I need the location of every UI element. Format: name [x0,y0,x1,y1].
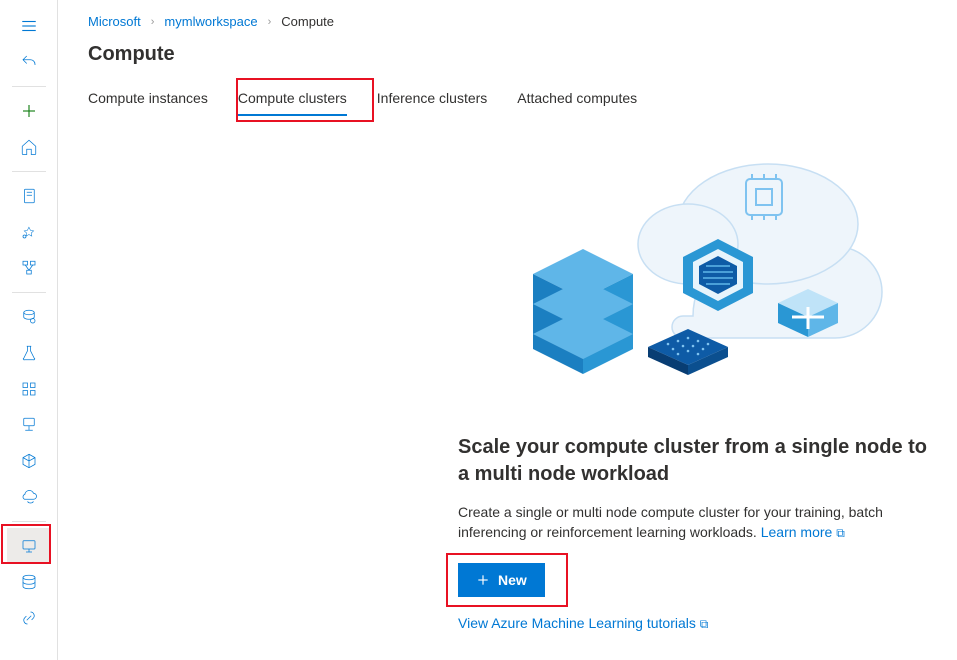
divider [12,521,46,522]
undo-button[interactable] [7,44,51,80]
chevron-right-icon: › [268,16,272,28]
breadcrumb: Microsoft › mymlworkspace › Compute [88,14,933,29]
new-button[interactable]: New [458,563,545,597]
cloud-nav[interactable] [7,479,51,515]
pipelines-nav[interactable] [7,250,51,286]
tab-attached-computes[interactable]: Attached computes [517,84,637,116]
compute-nav[interactable] [7,528,51,564]
data-nav[interactable] [7,299,51,335]
menu-toggle[interactable] [7,8,51,44]
main-content: Microsoft › mymlworkspace › Compute Comp… [58,0,957,660]
breadcrumb-current: Compute [281,14,334,29]
create-new[interactable] [7,93,51,129]
compute-icon [20,537,38,555]
tab-compute-instances[interactable]: Compute instances [88,84,208,116]
notebook-icon [20,187,38,205]
empty-state: Scale your compute cluster from a single… [458,144,933,632]
automl-nav[interactable] [7,214,51,250]
environments-nav[interactable] [7,443,51,479]
database-icon [20,573,38,591]
home-nav[interactable] [7,129,51,165]
experiments-nav[interactable] [7,335,51,371]
models-nav[interactable] [7,371,51,407]
endpoints-nav[interactable] [7,407,51,443]
data-icon [20,308,38,326]
datastores-nav[interactable] [7,564,51,600]
cloud-icon [20,488,38,506]
notebooks-nav[interactable] [7,178,51,214]
tabs: Compute instances Compute clusters Infer… [88,84,933,116]
automl-icon [20,223,38,241]
menu-icon [20,17,38,35]
divider [12,292,46,293]
link-icon [20,609,38,627]
endpoint-icon [20,416,38,434]
breadcrumb-link-workspace[interactable]: mymlworkspace [164,14,257,29]
plus-icon [476,573,490,587]
plus-icon [20,102,38,120]
tab-inference-clusters[interactable]: Inference clusters [377,84,488,116]
undo-icon [20,53,38,71]
empty-state-heading: Scale your compute cluster from a single… [458,434,933,488]
pipeline-icon [20,259,38,277]
new-button-label: New [498,572,527,588]
grid-icon [20,380,38,398]
tutorials-link[interactable]: View Azure Machine Learning tutorials ⧉ [458,615,933,632]
breadcrumb-link-microsoft[interactable]: Microsoft [88,14,141,29]
cube-icon [20,452,38,470]
learn-more-link[interactable]: Learn more ⧉ [761,524,845,540]
divider [12,86,46,87]
divider [12,171,46,172]
sidebar [0,0,58,660]
flask-icon [20,344,38,362]
empty-state-description: Create a single or multi node compute cl… [458,502,933,543]
external-link-icon: ⧉ [700,617,709,631]
page-title: Compute [88,43,933,66]
linked-services-nav[interactable] [7,600,51,636]
chevron-right-icon: › [151,16,155,28]
home-icon [20,138,38,156]
external-link-icon: ⧉ [836,526,845,540]
tab-compute-clusters[interactable]: Compute clusters [238,84,347,116]
cloud-illustration [458,144,888,414]
